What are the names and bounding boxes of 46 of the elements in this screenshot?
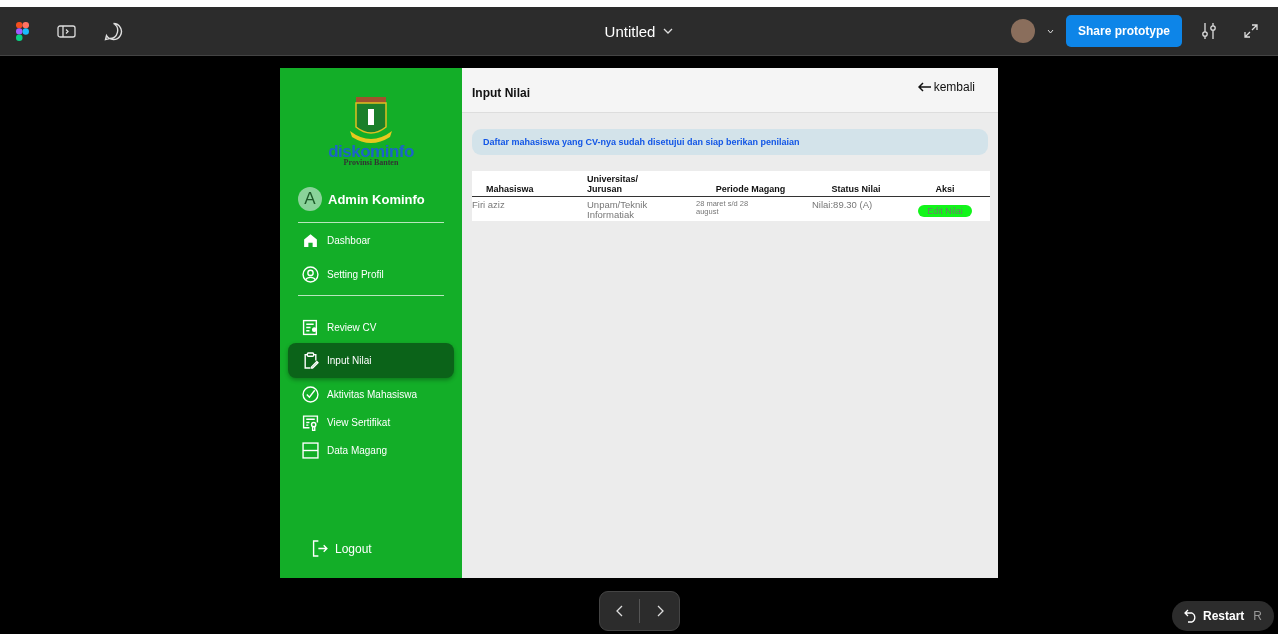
logout-button[interactable]: Logout xyxy=(306,539,378,558)
table-cell-text: Unpam/Teknik Informatiak xyxy=(587,198,649,221)
chevron-left-icon xyxy=(615,605,624,617)
chevron-right-icon xyxy=(655,605,664,617)
share-prototype-button[interactable]: Share prototype xyxy=(1066,15,1182,47)
emblem-icon xyxy=(350,97,392,145)
sidebar-item[interactable]: Data Magang xyxy=(288,438,454,462)
clipboard-icon xyxy=(302,352,319,369)
logo-subtitle: Provinsi Banten xyxy=(343,159,399,167)
sidebar-item[interactable]: View Sertifikat xyxy=(288,410,454,434)
sidebar-item[interactable]: Input Nilai xyxy=(288,343,454,378)
edit-button[interactable]: Edit Nilai xyxy=(918,205,972,217)
chevron-down-icon xyxy=(663,28,674,34)
back-link[interactable]: kembali xyxy=(911,79,981,95)
check-circle-icon xyxy=(302,385,319,403)
table-cell-text: Firi aziz xyxy=(472,198,506,212)
file-title-menu[interactable]: Untitled xyxy=(598,21,680,41)
column-header: Aksi xyxy=(900,171,990,197)
certificate-icon xyxy=(302,413,319,431)
sidebar-item[interactable]: Review CV xyxy=(288,315,454,339)
chevron-down-icon[interactable] xyxy=(1047,28,1054,34)
panel-toggle-icon[interactable] xyxy=(57,24,76,38)
column-header: Periode Magang xyxy=(690,171,808,197)
table-icon xyxy=(302,441,319,459)
logo-wordmark: diskominfo xyxy=(328,145,414,159)
user-avatar: A xyxy=(298,187,322,211)
document-icon xyxy=(302,318,319,336)
sidebar-item[interactable]: Dashboar xyxy=(288,228,454,252)
user-avatar[interactable] xyxy=(1011,19,1035,43)
arrow-left-icon xyxy=(917,82,932,92)
app-logo-icon[interactable] xyxy=(16,21,29,41)
user-icon xyxy=(302,265,319,283)
info-banner: Daftar mahasiswa yang CV-nya sudah disetujui dan siap berikan penilaian xyxy=(472,129,988,155)
restart-icon xyxy=(1184,609,1198,623)
table-cell-text: Nilai:89.30 (A) xyxy=(811,198,874,212)
user-name: Admin Kominfo xyxy=(328,191,425,207)
home-icon xyxy=(302,231,319,249)
column-header: Status Nilai xyxy=(808,171,900,197)
column-header: Universitas/ Jurusan xyxy=(587,171,690,197)
restart-button[interactable]: Restart R xyxy=(1172,601,1275,631)
page-title: Input Nilai xyxy=(472,86,530,100)
sidebar-item[interactable]: Aktivitas Mahasiswa xyxy=(288,382,454,406)
logout-icon xyxy=(312,540,329,557)
shortcut-key: R xyxy=(1253,609,1263,623)
sidebar-item[interactable]: Setting Profil xyxy=(288,262,454,286)
column-header: Mahasiswa xyxy=(472,171,587,197)
